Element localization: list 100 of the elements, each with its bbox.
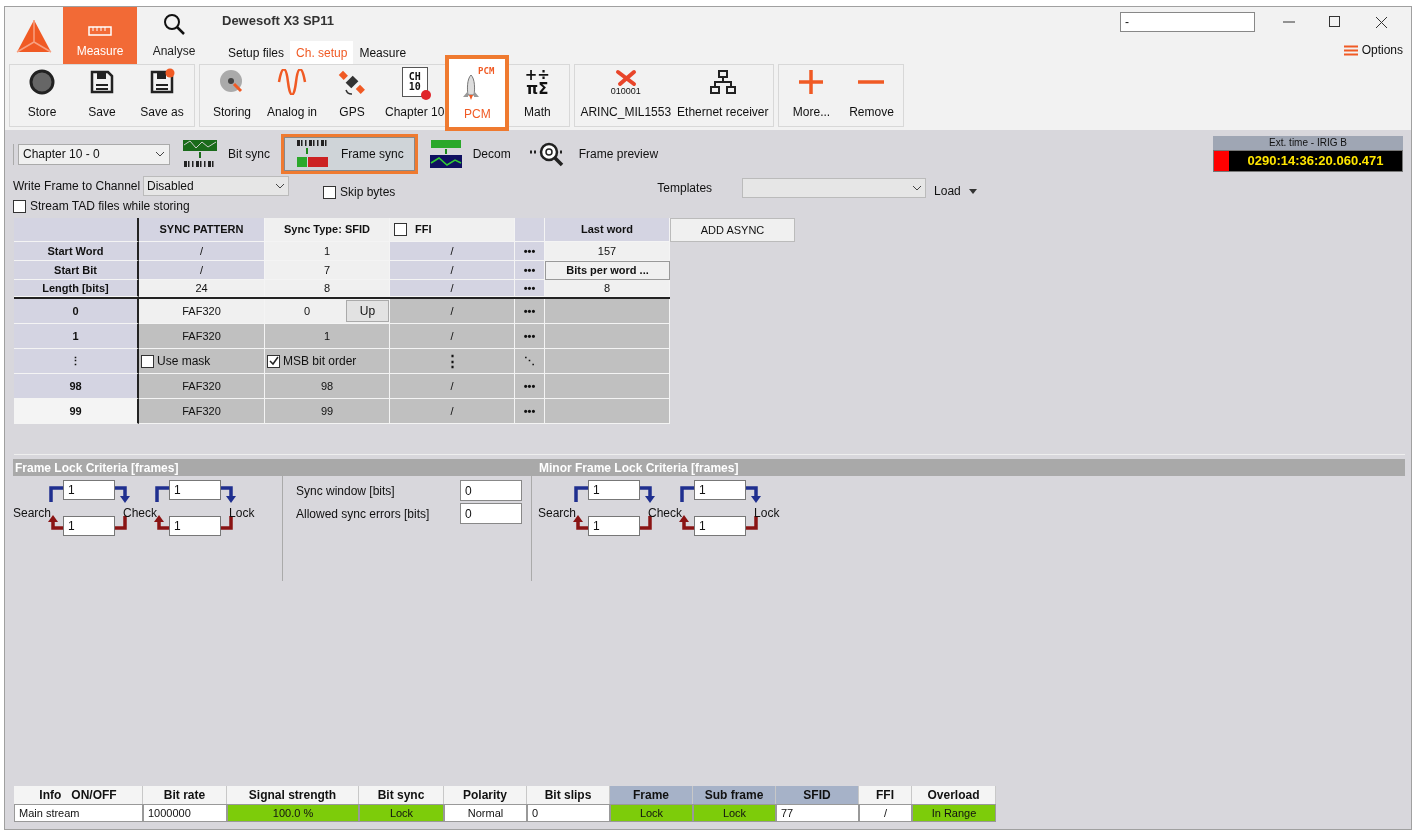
step-button[interactable]: Frame preview (524, 137, 663, 171)
checkbox[interactable] (267, 354, 280, 368)
input-field[interactable]: 1 (63, 516, 116, 536)
row-header: Length [bits] (14, 280, 139, 297)
add-async-button[interactable]: ADD ASYNC (670, 218, 795, 242)
search-field[interactable]: - (1120, 12, 1255, 32)
toolbar-button[interactable]: Storing (202, 65, 262, 127)
table-cell: / (390, 299, 515, 324)
checkbox-label: Skip bytes (340, 184, 396, 201)
input-field[interactable]: 1 (169, 480, 222, 500)
bit-sync-icon (182, 139, 218, 169)
status-header: Polarity (444, 786, 527, 804)
sine-wave-icon (277, 69, 307, 95)
nav-tab[interactable]: Ch. setup (290, 40, 354, 65)
write-frame-dropdown[interactable]: Disabled (143, 176, 289, 196)
time-display: 0290:14:36:20.060.471 (1246, 152, 1385, 170)
maximize-icon (1329, 16, 1341, 28)
options-button[interactable]: Options (1343, 41, 1403, 59)
network-icon (708, 69, 737, 95)
save-icon (88, 68, 116, 96)
checkbox-label: Stream TAD files while storing (30, 198, 190, 215)
table-cell: FAF320 (139, 324, 265, 349)
table-cell: / (390, 374, 515, 399)
loop-label: Lock (229, 505, 255, 522)
status-header: Bit sync (359, 786, 444, 804)
mode-tab[interactable]: Analyse (137, 7, 211, 64)
more-button[interactable]: ••• (515, 261, 545, 280)
toolbar-button[interactable]: 010001 ARINC_MIL1553 (577, 65, 675, 127)
toolbar-button[interactable]: More... (781, 65, 842, 127)
input-field[interactable]: 0 (460, 480, 522, 501)
time-title: Ext. time - IRIG B (1213, 136, 1403, 150)
cell-value: 99 (319, 403, 335, 419)
toolbar-button[interactable]: Analog in (262, 65, 322, 127)
chevron-down-icon (275, 183, 285, 189)
ruler-icon (88, 26, 112, 36)
table-cell: 1 (265, 242, 390, 261)
ffi-checkbox[interactable] (394, 223, 407, 236)
load-button[interactable]: Load (934, 182, 977, 200)
checkbox[interactable] (323, 185, 336, 199)
cell-value: 1 (322, 328, 332, 344)
input-field[interactable]: 0 (460, 503, 522, 524)
input-field[interactable]: 1 (63, 480, 116, 500)
step-button[interactable]: Frame sync (284, 137, 415, 171)
up-button[interactable]: Up (346, 300, 389, 322)
cell-value: 0 (302, 303, 312, 319)
checkbox[interactable] (141, 354, 154, 368)
more-button[interactable]: ••• (515, 399, 545, 424)
section-header: Minor Frame Lock Criteria [frames] (538, 460, 739, 476)
channel-dropdown[interactable]: Chapter 10 - 0 (18, 143, 170, 165)
chevron-down-icon (912, 185, 923, 191)
status-header: FFI (859, 786, 912, 804)
row-header: Start Bit (14, 261, 139, 280)
table-cell: FAF320 (139, 299, 265, 324)
toolbar-button[interactable]: Save as (132, 65, 192, 127)
nav-tab[interactable]: Measure (353, 40, 413, 65)
bits-per-word-button[interactable]: Bits per word ... (545, 261, 670, 280)
more-button[interactable]: ••• (515, 299, 545, 324)
input-field[interactable]: 1 (588, 516, 641, 536)
step-button[interactable]: Bit sync (178, 137, 274, 171)
toolbar-button[interactable]: Ethernet receiver (674, 65, 772, 127)
table-cell: 7 (265, 261, 390, 280)
close-icon (1374, 15, 1388, 29)
nav-tab[interactable]: Setup files (222, 40, 291, 65)
section-header: Frame Lock Criteria [frames] (14, 460, 180, 476)
row-header: Start Word (14, 242, 139, 261)
toolbar-button[interactable]: Store (12, 65, 72, 127)
loop-label: Search (13, 505, 52, 522)
more-button[interactable]: ••• (515, 242, 545, 261)
input-field[interactable]: 1 (169, 516, 222, 536)
checkbox-label: MSB bit order (283, 353, 357, 370)
toolbar-button[interactable]: Save (72, 65, 132, 127)
step-button[interactable]: Decom (424, 137, 515, 171)
column-header: Last word (545, 218, 670, 242)
more-button[interactable]: ••• (515, 374, 545, 399)
more-button[interactable]: ⋱ (515, 349, 545, 374)
column-header: Sync Type: SFID (265, 218, 390, 242)
math-symbols-icon: +÷πΣ (522, 68, 553, 96)
input-field[interactable]: 1 (694, 516, 747, 536)
input-field[interactable]: 1 (694, 480, 747, 500)
row-header: 98 (14, 374, 139, 399)
status-value: Lock (610, 804, 693, 822)
toolbar-button[interactable]: GPS (322, 65, 382, 127)
cell-value: 98 (319, 378, 335, 394)
more-button[interactable]: ••• (515, 280, 545, 297)
decom-icon (428, 139, 463, 169)
ffi-label: FFI (415, 222, 432, 238)
table-cell: / (390, 324, 515, 349)
checkbox[interactable] (13, 199, 26, 213)
menu-icon (1343, 44, 1358, 56)
table-cell: / (139, 261, 265, 280)
row-header: 1 (14, 324, 139, 349)
more-button[interactable]: ••• (515, 324, 545, 349)
toolbar-button[interactable]: Remove (841, 65, 902, 127)
table-cell: ⋮ (390, 349, 515, 374)
status-value: 77 (776, 804, 859, 822)
table-cell: / (390, 399, 515, 424)
toolbar-button[interactable]: +÷πΣ Math (507, 65, 568, 127)
input-field[interactable]: 1 (588, 480, 641, 500)
loop-label: Search (538, 505, 577, 522)
search-icon (162, 12, 186, 36)
